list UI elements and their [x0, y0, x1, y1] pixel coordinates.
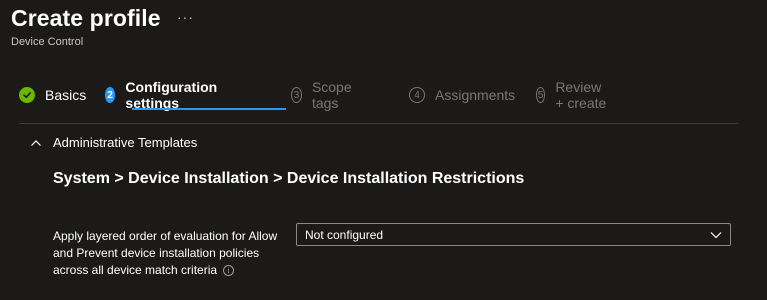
- step-number-icon: 2: [105, 87, 116, 103]
- checkmark-icon: [19, 87, 35, 103]
- setting-dropdown[interactable]: Not configured: [296, 223, 731, 246]
- more-options-icon[interactable]: ···: [177, 9, 194, 25]
- step-number-icon: 5: [536, 87, 546, 103]
- step-label: Assignments: [435, 87, 516, 103]
- step-number-icon: 4: [409, 87, 425, 103]
- page-subtitle: Device Control: [11, 36, 84, 48]
- step-configuration-settings[interactable]: 2 Configuration settings: [105, 79, 223, 111]
- step-number-icon: 3: [291, 87, 302, 103]
- step-label: Review + create: [555, 79, 607, 111]
- info-icon[interactable]: i: [223, 265, 235, 277]
- step-label: Scope tags: [311, 79, 352, 111]
- create-profile-page: Create profile ··· Device Control Basics…: [0, 0, 767, 300]
- page-title: Create profile: [11, 5, 161, 31]
- setting-label-text: Apply layered order of evaluation for Al…: [53, 229, 278, 277]
- step-scope-tags[interactable]: 3 Scope tags: [291, 79, 357, 111]
- step-review-create[interactable]: 5 Review + create: [536, 79, 608, 111]
- step-assignments[interactable]: 4 Assignments: [409, 85, 515, 105]
- active-step-underline: [132, 108, 286, 110]
- setting-path-heading: System > Device Installation > Device In…: [53, 170, 525, 187]
- chevron-up-icon: [31, 139, 41, 146]
- step-label: Basics: [45, 87, 87, 103]
- divider: [19, 123, 738, 124]
- step-label: Configuration settings: [125, 79, 218, 111]
- section-toggle-administrative-templates[interactable]: Administrative Templates: [29, 135, 197, 150]
- chevron-down-icon: [710, 231, 722, 238]
- setting-label: Apply layered order of evaluation for Al…: [53, 228, 293, 279]
- step-basics[interactable]: Basics: [19, 85, 86, 105]
- section-label: Administrative Templates: [53, 135, 198, 150]
- dropdown-value: Not configured: [305, 227, 384, 242]
